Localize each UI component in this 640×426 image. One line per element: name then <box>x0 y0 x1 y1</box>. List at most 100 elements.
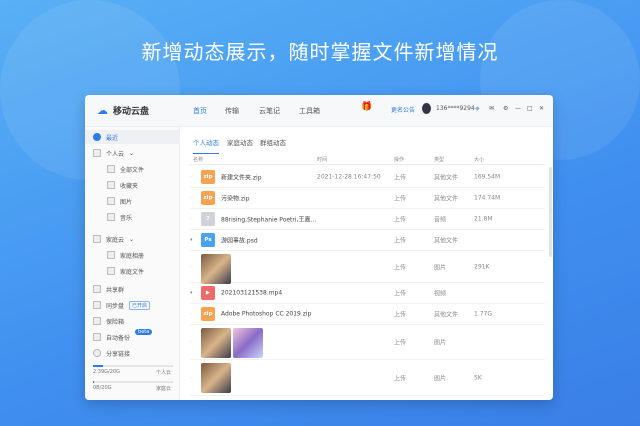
col-name[interactable]: 名称 <box>193 156 203 163</box>
file-op: 上传 <box>394 216 407 224</box>
sidebar-item-images[interactable]: 图片 <box>107 194 132 208</box>
file-type: 其他文件 <box>434 311 459 319</box>
expand-arrow-icon[interactable]: ▾ <box>190 237 193 243</box>
sidebar-item-favorites[interactable]: 收藏夹 <box>107 178 138 192</box>
image-thumbnail[interactable] <box>201 328 231 358</box>
nav-toolbox[interactable]: 工具箱 <box>299 106 320 116</box>
label: 保险箱 <box>106 318 125 326</box>
username[interactable]: 136****9294 <box>436 105 475 112</box>
sidebar-item-family-files[interactable]: 家庭文件 <box>107 264 144 278</box>
personal-quota-bar <box>93 365 173 367</box>
table-row[interactable]: ▾ ▶ 202103121538.mp4 上传 视频 <box>189 283 545 304</box>
avatar[interactable] <box>422 103 431 114</box>
bullet-icon[interactable]: · <box>190 375 192 381</box>
col-size[interactable]: 大小 <box>474 156 484 163</box>
personal-quota-label: 个人云 <box>155 370 171 376</box>
cloud-logo-icon: ☁ <box>97 103 108 117</box>
family-quota-bar <box>93 381 173 383</box>
tab-personal[interactable]: 个人动态 <box>193 137 219 154</box>
col-time[interactable]: 时间 <box>317 156 327 163</box>
nav-transfer[interactable]: 传输 <box>225 106 239 116</box>
title-bar: ☁ 移动云盘 首页 传输 云笔记 工具箱 🎁 更名公告 136****9294 ◆… <box>85 95 553 127</box>
file-size: 291K <box>474 263 490 270</box>
file-type: 其他文件 <box>434 237 459 245</box>
nav-home[interactable]: 首页 <box>193 106 207 116</box>
file-time: 2021-12-28 16:47:50 <box>317 173 381 181</box>
personal-quota-value: 2.39G/20G <box>93 369 120 375</box>
file-op: 上传 <box>394 264 407 271</box>
table-row[interactable]: · 上传 图片 5K <box>189 360 545 396</box>
file-type: 图片 <box>434 339 447 347</box>
label: 分享链接 <box>106 350 131 358</box>
sidebar-item-sync[interactable]: 同步盘 已开启 <box>93 298 151 312</box>
label: 共享群 <box>106 286 125 294</box>
bullet-icon[interactable]: · <box>190 216 192 222</box>
file-name[interactable]: 游园事故.psd <box>221 236 258 245</box>
bullet-icon[interactable]: · <box>190 195 192 201</box>
tab-group[interactable]: 群组动态 <box>260 137 286 147</box>
file-name[interactable]: 88rising,Stephanie Poetri,王嘉... <box>221 215 316 224</box>
unknown-file-icon: ? <box>201 212 215 226</box>
sidebar-item-personal[interactable]: 个人云 ⌄ <box>93 146 134 160</box>
sidebar-item-all-files[interactable]: 全部文件 <box>107 162 144 176</box>
file-op: 上传 <box>394 290 407 298</box>
sidebar-item-share-link[interactable]: 分享链接 <box>93 346 130 360</box>
sidebar: 最近 个人云 ⌄ 全部文件 收藏夹 图片 音乐 家庭云 ⌄ 家庭相册 家庭文件 共享… <box>85 127 180 400</box>
app-logo: ☁ 移动云盘 <box>97 104 149 117</box>
table-row[interactable]: · zip 新建文件夹.zip 2021-12-28 16:47:50 上传 其他文件 16… <box>189 167 545 188</box>
bullet-icon[interactable]: · <box>190 264 192 270</box>
nav-notes[interactable]: 云笔记 <box>259 106 280 116</box>
table-row[interactable]: · 上传 图片 291K <box>189 251 545 284</box>
chevron-down-icon: ⌄ <box>129 149 135 157</box>
files-icon <box>107 165 115 173</box>
table-row[interactable]: · zip 污染物.zip 上传 其他文件 174.74M <box>189 188 545 209</box>
table-row[interactable]: ·? 88rising,Stephanie Poetri,王嘉... 上传 音频 21.… <box>189 209 545 230</box>
bullet-icon[interactable]: · <box>190 311 192 317</box>
close-icon[interactable]: ✕ <box>539 105 544 112</box>
file-name[interactable]: 污染物.zip <box>221 194 250 203</box>
file-name[interactable]: Adobe Photoshop CC 2019.zip <box>221 311 311 318</box>
notice-link[interactable]: 更名公告 <box>391 105 415 114</box>
group-icon <box>93 285 101 293</box>
share-icon <box>93 349 101 357</box>
table-row[interactable]: · 上传 图片 <box>189 325 545 360</box>
album-icon <box>107 251 115 259</box>
table-row[interactable]: ▾ Ps 游园事故.psd 上传 其他文件 <box>189 230 545 251</box>
file-op: 上传 <box>394 195 407 203</box>
label: 家庭相册 <box>120 252 145 260</box>
file-size: 174.74M <box>474 194 501 202</box>
file-name[interactable]: 202103121538.mp4 <box>221 290 282 297</box>
minimize-icon[interactable]: — <box>515 105 521 112</box>
sidebar-item-share-group[interactable]: 共享群 <box>93 282 124 296</box>
table-row[interactable]: · zip Adobe Photoshop CC 2019.zip 上传 其他文件 1.7… <box>189 304 545 325</box>
gift-icon[interactable]: 🎁 <box>361 102 372 112</box>
image-icon <box>107 197 115 205</box>
expand-arrow-icon[interactable]: ▾ <box>190 290 193 296</box>
maximize-icon[interactable]: □ <box>527 105 533 112</box>
sidebar-item-recent[interactable]: 最近 <box>85 130 180 144</box>
label: 自动备份 <box>106 334 131 342</box>
file-type: 视频 <box>434 290 447 298</box>
image-thumbnail[interactable] <box>233 328 263 358</box>
tab-family[interactable]: 家庭动态 <box>227 137 253 147</box>
sidebar-item-backup[interactable]: 自动备份 beta <box>93 329 153 344</box>
file-name[interactable]: 新建文件夹.zip <box>221 173 262 182</box>
image-thumbnail[interactable] <box>201 363 231 393</box>
sync-icon <box>93 301 101 309</box>
mail-icon[interactable]: ✉ <box>489 105 494 112</box>
col-type[interactable]: 类型 <box>434 156 444 163</box>
sidebar-item-music[interactable]: 音乐 <box>107 210 132 224</box>
sidebar-item-family[interactable]: 家庭云 ⌄ <box>93 232 134 246</box>
sidebar-item-safe[interactable]: 保险箱 <box>93 314 124 328</box>
image-thumbnail[interactable] <box>201 254 231 284</box>
col-op[interactable]: 操作 <box>394 156 404 163</box>
file-op: 上传 <box>394 375 407 382</box>
scrollbar[interactable] <box>549 167 552 257</box>
vip-icon[interactable]: ◆ <box>475 105 480 112</box>
settings-icon[interactable]: ⚙ <box>503 105 508 112</box>
table-header: 名称 时间 操作 类型 大小 <box>189 153 545 165</box>
bullet-icon[interactable]: · <box>190 174 192 180</box>
sidebar-item-family-album[interactable]: 家庭相册 <box>107 248 144 262</box>
bullet-icon[interactable]: · <box>190 339 192 345</box>
file-size: 169.54M <box>474 173 501 181</box>
